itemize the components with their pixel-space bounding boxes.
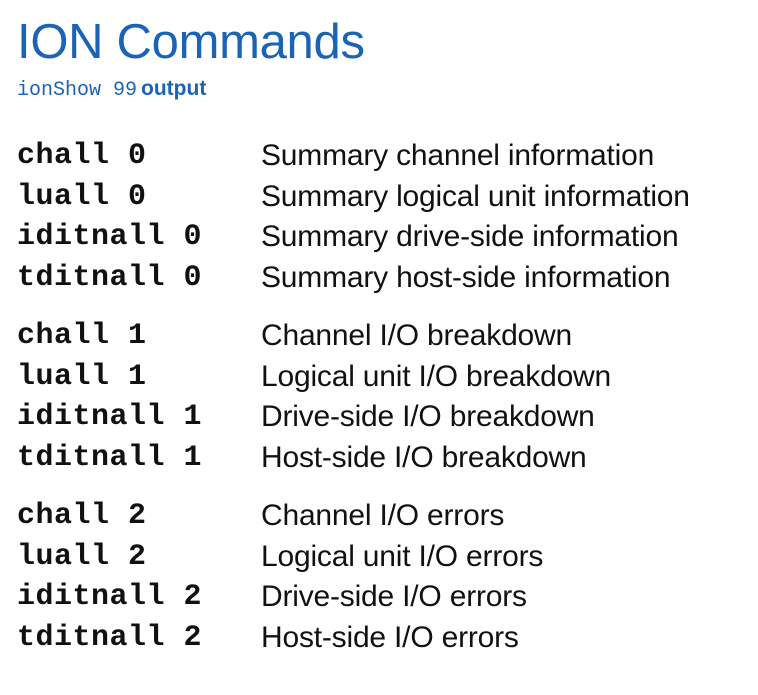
command-description: Summary channel information xyxy=(261,139,655,173)
command-description: Drive-side I/O breakdown xyxy=(261,400,595,434)
command-row: luall 1 Logical unit I/O breakdown xyxy=(17,357,757,398)
command-row: luall 2 Logical unit I/O errors xyxy=(17,537,757,578)
command-description: Host-side I/O errors xyxy=(261,620,519,654)
command-name: chall 0 xyxy=(17,139,147,174)
command-row: tditnall 1 Host-side I/O breakdown xyxy=(17,438,757,479)
command-row: iditnall 2 Drive-side I/O errors xyxy=(17,577,757,618)
command-description: Summary drive-side information xyxy=(261,220,679,254)
command-row: tditnall 2 Host-side I/O errors xyxy=(17,618,757,659)
command-description: Summary host-side information xyxy=(261,260,671,294)
command-row: chall 0 Summary channel information xyxy=(17,136,757,177)
command-name: luall 1 xyxy=(17,359,147,394)
command-description: Drive-side I/O errors xyxy=(261,580,527,614)
command-description: Logical unit I/O errors xyxy=(261,539,544,573)
subtitle-text: output xyxy=(141,77,207,100)
command-row: chall 1 Channel I/O breakdown xyxy=(17,316,757,357)
command-name: tditnall 0 xyxy=(17,260,203,295)
command-row: iditnall 0 Summary drive-side informatio… xyxy=(17,217,757,258)
command-group-errors: chall 2 Channel I/O errors luall 2 Logic… xyxy=(17,496,757,658)
command-name: luall 2 xyxy=(17,539,147,574)
command-row: iditnall 1 Drive-side I/O breakdown xyxy=(17,397,757,438)
command-name: chall 2 xyxy=(17,499,147,534)
command-name: luall 0 xyxy=(17,179,147,214)
command-name: iditnall 2 xyxy=(17,580,203,615)
command-description: Channel I/O breakdown xyxy=(261,319,572,353)
command-name: chall 1 xyxy=(17,319,147,354)
command-row: tditnall 0 Summary host-side information xyxy=(17,258,757,299)
command-name: tditnall 2 xyxy=(17,620,203,655)
command-row: luall 0 Summary logical unit information xyxy=(17,177,757,218)
command-description: Summary logical unit information xyxy=(261,179,690,213)
command-description: Host-side I/O breakdown xyxy=(261,440,587,474)
command-group-summary: chall 0 Summary channel information lual… xyxy=(17,136,757,298)
command-name: iditnall 1 xyxy=(17,400,203,435)
command-row: chall 2 Channel I/O errors xyxy=(17,496,757,537)
command-name: tditnall 1 xyxy=(17,440,203,475)
command-group-breakdown: chall 1 Channel I/O breakdown luall 1 Lo… xyxy=(17,316,757,478)
command-name: iditnall 0 xyxy=(17,220,203,255)
slide-title: ION Commands xyxy=(17,15,365,69)
command-description: Channel I/O errors xyxy=(261,499,505,533)
command-description: Logical unit I/O breakdown xyxy=(261,359,612,393)
slide: ION Commands ionShow 99 output chall 0 S… xyxy=(0,0,758,695)
slide-subtitle: ionShow 99 output xyxy=(17,76,206,102)
command-list: chall 0 Summary channel information lual… xyxy=(17,136,757,676)
subtitle-command: ionShow 99 xyxy=(17,79,138,102)
